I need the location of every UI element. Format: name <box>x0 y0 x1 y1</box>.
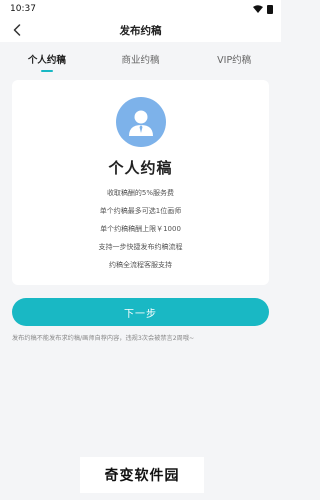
page-title: 发布约稿 <box>119 24 162 37</box>
user-avatar-icon <box>115 97 166 147</box>
tab-label: VIP约稿 <box>217 55 252 66</box>
feature-item: 收取稿酬的5%服务费 <box>106 189 175 197</box>
feature-item: 支持一步快捷发布约稿流程 <box>98 243 183 251</box>
back-button[interactable] <box>9 22 25 38</box>
feature-item: 单个约稿稿酬上限￥1000 <box>100 225 181 233</box>
tab-bar: 个人约稿 商业约稿 VIP约稿 <box>0 42 281 76</box>
feature-list: 收取稿酬的5%服务费 单个约稿最多可选1位画师 单个约稿稿酬上限￥1000 支持… <box>99 184 183 274</box>
feature-item: 单个约稿最多可选1位画师 <box>99 207 182 215</box>
commission-type-card: 个人约稿 收取稿酬的5%服务费 单个约稿最多可选1位画师 单个约稿稿酬上限￥10… <box>12 80 269 285</box>
status-bar: 10:37 <box>0 0 281 18</box>
nav-bar: 发布约稿 <box>0 18 281 42</box>
watermark-logo: 奇变软件园 <box>80 457 204 493</box>
tab-business-commission[interactable]: 商业约稿 <box>94 42 188 76</box>
card-title: 个人约稿 <box>108 159 173 177</box>
tab-active-indicator <box>40 70 53 72</box>
wifi-icon <box>253 5 263 13</box>
chevron-left-icon <box>13 24 21 36</box>
tab-label: 个人约稿 <box>27 55 66 66</box>
feature-item: 约稿全流程客服支持 <box>109 261 172 269</box>
notice-text: 发布约稿不能发布求约稿/画师自荐内容，违规3次会被禁言2周哦~ <box>12 335 195 342</box>
tab-label: 商业约稿 <box>121 55 160 66</box>
status-icons <box>253 4 273 14</box>
status-time: 10:37 <box>10 4 36 14</box>
tab-personal-commission[interactable]: 个人约稿 <box>0 42 94 76</box>
battery-icon <box>267 4 273 14</box>
next-step-button[interactable]: 下一步 <box>12 298 269 326</box>
tab-vip-commission[interactable]: VIP约稿 <box>187 42 281 76</box>
